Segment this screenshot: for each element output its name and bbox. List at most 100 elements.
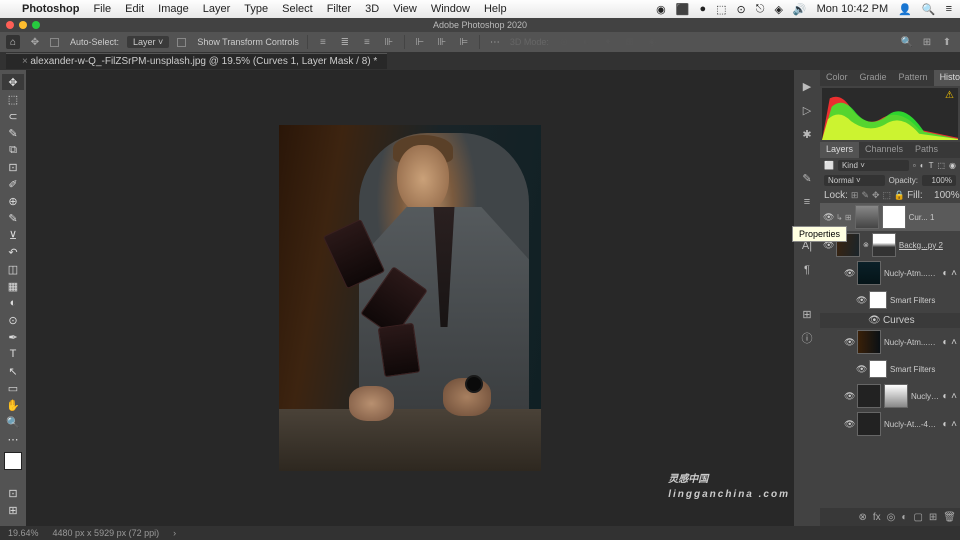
- zoom-level[interactable]: 19.64%: [8, 528, 39, 538]
- layer-row[interactable]: 👁 Nucly-At...-44 copy ◐ ˄: [820, 382, 960, 410]
- filter-icon[interactable]: T: [929, 161, 934, 170]
- history-panel-icon[interactable]: ≡: [799, 194, 815, 210]
- frame-tool[interactable]: ⊡: [2, 159, 24, 175]
- volume-icon[interactable]: 🔊: [793, 3, 807, 16]
- document-tab[interactable]: × alexander-w-Q_-FilZSrPM-unsplash.jpg @…: [6, 53, 387, 69]
- close-button[interactable]: [6, 21, 14, 29]
- type-tool[interactable]: T: [2, 346, 24, 362]
- properties-panel-icon[interactable]: ⊞: [799, 306, 815, 322]
- layer-row[interactable]: 👁 Nucly-Atm...erics-44 ◐ ˄: [820, 259, 960, 287]
- status-icon[interactable]: ⊙: [737, 3, 746, 16]
- visibility-icon[interactable]: 👁: [856, 295, 866, 306]
- crop-tool[interactable]: ⧉: [2, 142, 24, 158]
- blend-mode[interactable]: Normal ˅: [824, 175, 885, 186]
- zoom-tool[interactable]: 🔍: [2, 414, 24, 430]
- menu-view[interactable]: View: [393, 3, 417, 15]
- layer-row[interactable]: 👁 Nucly-Atm...erics-03 ◐ ˄: [820, 328, 960, 356]
- more-icon[interactable]: ⋯: [488, 35, 502, 49]
- status-icon[interactable]: ●: [699, 3, 706, 15]
- tab-histogram[interactable]: Histogram: [934, 70, 960, 86]
- adjustment-icon[interactable]: ◐: [901, 512, 907, 523]
- visibility-icon[interactable]: 👁: [823, 212, 833, 223]
- minimize-button[interactable]: [19, 21, 27, 29]
- menu-select[interactable]: Select: [282, 3, 313, 15]
- marquee-tool[interactable]: ⬚: [2, 91, 24, 107]
- clock[interactable]: Mon 10:42 PM: [817, 3, 889, 15]
- doc-dimensions[interactable]: 4480 px x 5929 px (72 ppi): [53, 528, 160, 538]
- quickmask-button[interactable]: ⊡: [2, 485, 24, 501]
- distribute-icon[interactable]: ⊫: [457, 35, 471, 49]
- menu-3d[interactable]: 3D: [365, 3, 379, 15]
- align-icon[interactable]: ≡: [360, 35, 374, 49]
- workspace-icon[interactable]: ⊞: [920, 35, 934, 49]
- align-icon[interactable]: ≡: [316, 35, 330, 49]
- menu-help[interactable]: Help: [484, 3, 507, 15]
- adjust-icon[interactable]: ✱: [799, 126, 815, 142]
- menu-edit[interactable]: Edit: [125, 3, 144, 15]
- status-icon[interactable]: ⎋: [756, 3, 765, 16]
- lock-pos-icon[interactable]: ✥: [872, 191, 880, 201]
- edit-toolbar[interactable]: ⋯: [2, 431, 24, 447]
- status-icon[interactable]: ⬚: [716, 3, 726, 16]
- path-tool[interactable]: ↖: [2, 363, 24, 379]
- distribute-icon[interactable]: ⊪: [435, 35, 449, 49]
- menu-icon[interactable]: ≡: [946, 3, 952, 15]
- wifi-icon[interactable]: ◈: [774, 3, 782, 16]
- delete-icon[interactable]: 🗑: [943, 512, 956, 523]
- close-tab-icon[interactable]: ×: [22, 56, 28, 67]
- new-layer-icon[interactable]: ⊞: [929, 512, 937, 523]
- filter-icon[interactable]: ▫: [913, 161, 916, 170]
- status-icon[interactable]: ⬛: [676, 3, 690, 16]
- auto-select-dropdown[interactable]: Layer ˅: [127, 36, 169, 48]
- user-icon[interactable]: 👤: [898, 3, 912, 16]
- play-icon[interactable]: ▶: [799, 78, 815, 94]
- menu-type[interactable]: Type: [244, 3, 268, 15]
- blur-tool[interactable]: ◐: [2, 295, 24, 311]
- search-icon[interactable]: 🔍: [900, 35, 914, 49]
- screenmode-button[interactable]: ⊞: [2, 502, 24, 518]
- visibility-icon[interactable]: 👁: [856, 364, 866, 375]
- lasso-tool[interactable]: ⊂: [2, 108, 24, 124]
- tab-layers[interactable]: Layers: [820, 142, 859, 158]
- filter-icon[interactable]: ◉: [949, 161, 956, 170]
- menu-file[interactable]: File: [93, 3, 111, 15]
- lock-art-icon[interactable]: ⬚: [883, 191, 892, 201]
- filter-icon[interactable]: ◐: [920, 161, 925, 170]
- menu-filter[interactable]: Filter: [327, 3, 351, 15]
- fill-input[interactable]: 100%: [926, 190, 960, 201]
- search-icon[interactable]: 🔍: [922, 3, 936, 16]
- opacity-input[interactable]: 100%: [922, 175, 956, 186]
- paragraph-panel-icon[interactable]: ¶: [799, 262, 815, 278]
- align-icon[interactable]: ≣: [338, 35, 352, 49]
- home-button[interactable]: ⌂: [6, 35, 20, 49]
- quick-select-tool[interactable]: ✎: [2, 125, 24, 141]
- link-icon[interactable]: ⊗: [859, 512, 867, 523]
- visibility-icon[interactable]: 👁: [844, 419, 854, 430]
- gradient-tool[interactable]: ▦: [2, 278, 24, 294]
- tab-channels[interactable]: Channels: [859, 142, 909, 158]
- brush-tool[interactable]: ✎: [2, 210, 24, 226]
- filter-icon[interactable]: ⬚: [937, 161, 945, 170]
- canvas-area[interactable]: [26, 70, 794, 526]
- align-icon[interactable]: ⊪: [382, 35, 396, 49]
- menu-image[interactable]: Image: [158, 3, 189, 15]
- distribute-icon[interactable]: ⊩: [413, 35, 427, 49]
- color-swatch[interactable]: [4, 452, 22, 470]
- layer-row[interactable]: 👁 Smart Filters: [820, 287, 960, 313]
- stamp-tool[interactable]: ⊻: [2, 227, 24, 243]
- hand-tool[interactable]: ✋: [2, 397, 24, 413]
- warning-icon[interactable]: ⚠: [945, 90, 954, 101]
- history-brush-tool[interactable]: ↶: [2, 244, 24, 260]
- filter-row[interactable]: 👁 Curves: [820, 313, 960, 328]
- move-tool-icon[interactable]: ✥: [28, 35, 42, 49]
- info-panel-icon[interactable]: ⓘ: [799, 330, 815, 346]
- layer-row[interactable]: 👁 Smart Filters: [820, 356, 960, 382]
- tab-gradient[interactable]: Gradie: [854, 70, 893, 86]
- brush-panel-icon[interactable]: ✎: [799, 170, 815, 186]
- visibility-icon[interactable]: 👁: [844, 268, 854, 279]
- dodge-tool[interactable]: ⊙: [2, 312, 24, 328]
- auto-select-checkbox[interactable]: [50, 38, 59, 47]
- transform-checkbox[interactable]: [177, 38, 186, 47]
- layer-row[interactable]: 👁 Nucly-At...-44 copy ◐ ˄: [820, 410, 960, 438]
- lock-trans-icon[interactable]: ⊞: [851, 191, 859, 201]
